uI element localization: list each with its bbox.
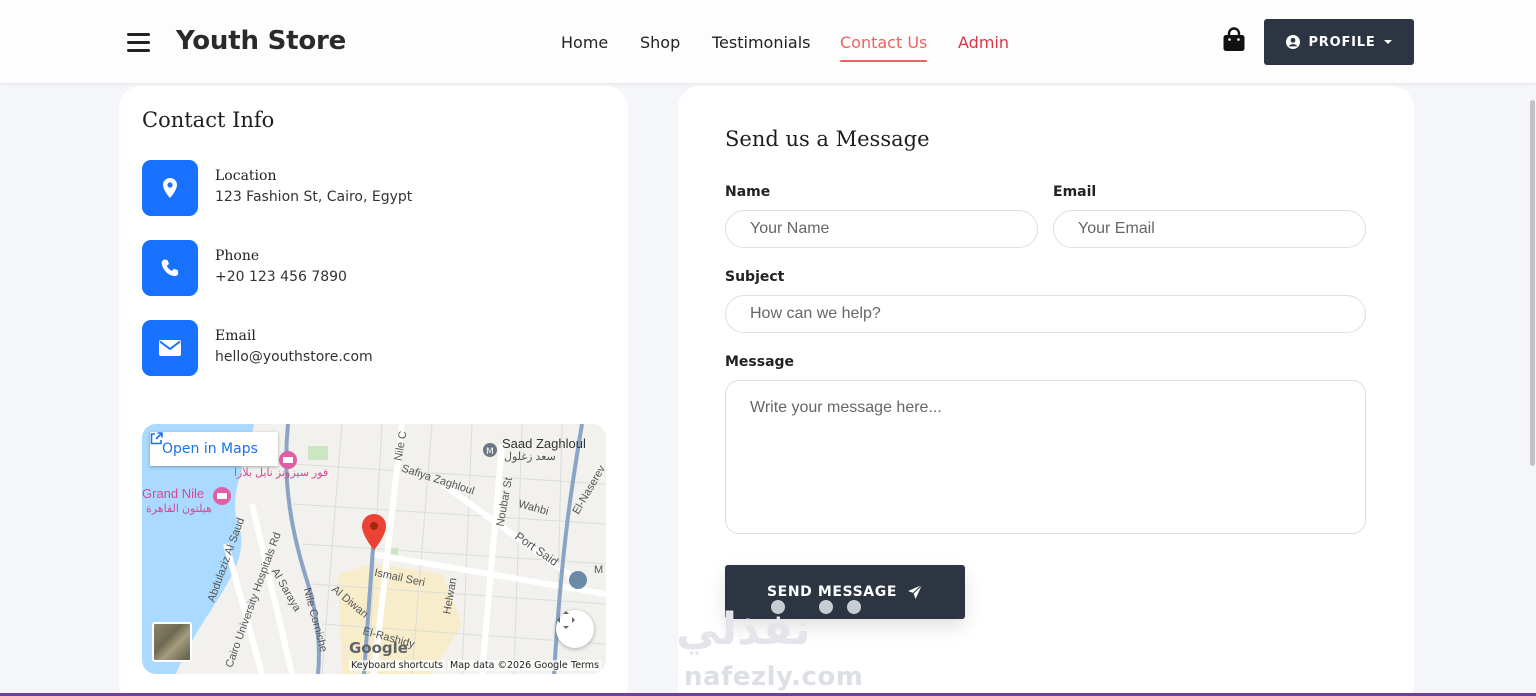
map-label-grand-nile: Grand Nile <box>142 486 205 501</box>
user-circle-icon <box>1286 35 1301 49</box>
subject-input[interactable] <box>725 295 1366 333</box>
name-field-label: Name <box>725 184 771 200</box>
loading-dot <box>847 600 861 614</box>
nav-contact-us[interactable]: Contact Us <box>840 33 928 62</box>
open-in-maps-label: Open in Maps <box>162 441 258 457</box>
contact-info-title: Contact Info <box>142 108 275 132</box>
email-field-label: Email <box>1053 184 1097 200</box>
map-keyboard-shortcuts[interactable]: Keyboard shortcuts <box>349 660 446 671</box>
phone-label: Phone <box>215 248 260 264</box>
nav-testimonials[interactable]: Testimonials <box>712 33 811 52</box>
google-logo: Google <box>349 639 408 657</box>
map-label-grand-nile-ar: هيلتون القاهرة <box>146 503 212 515</box>
email-label: Email <box>215 328 256 344</box>
brand-logo[interactable]: Youth Store <box>176 26 346 56</box>
nav-home[interactable]: Home <box>561 33 608 52</box>
map-data-attribution[interactable]: Map data ©2026 Google <box>448 660 570 671</box>
subject-field-label: Subject <box>725 269 785 285</box>
top-navbar: Youth Store Home Shop Testimonials Conta… <box>0 0 1536 84</box>
send-message-label: SEND MESSAGE <box>767 584 897 600</box>
loading-dot <box>819 600 833 614</box>
map-camera-controls-icon[interactable] <box>556 610 594 648</box>
email-value[interactable]: hello@youthstore.com <box>215 349 373 365</box>
profile-label: PROFILE <box>1308 34 1376 50</box>
phone-value: +20 123 456 7890 <box>215 269 347 285</box>
page-scrollbar[interactable] <box>1530 100 1535 466</box>
message-field-label: Message <box>725 354 795 370</box>
map-label-saad-zaghloul: Saad Zaghloul <box>502 436 586 451</box>
google-map[interactable]: M Saad Zaghloul سعد زغلول فور سيزونز ناي… <box>142 424 606 674</box>
nav-admin[interactable]: Admin <box>958 33 1009 52</box>
map-label-hotel-ar: فور سيزونز نايل بلازا <box>234 467 329 479</box>
map-terms-link[interactable]: Terms <box>569 660 601 671</box>
shopping-bag-icon[interactable] <box>1222 27 1246 53</box>
envelope-icon <box>142 320 198 376</box>
watermark-latin: nafezly.com <box>684 662 864 692</box>
location-label: Location <box>215 168 277 184</box>
map-label-saad-zaghloul-ar: سعد زغلول <box>504 451 556 463</box>
paper-plane-icon <box>907 584 923 599</box>
external-link-icon <box>150 432 163 445</box>
map-pin-icon <box>142 160 198 216</box>
open-in-maps-button[interactable]: Open in Maps <box>150 432 278 466</box>
satellite-view-toggle[interactable] <box>152 622 192 662</box>
location-value: 123 Fashion St, Cairo, Egypt <box>215 189 413 205</box>
name-input[interactable] <box>725 210 1038 248</box>
map-label-m: M <box>594 564 604 576</box>
hamburger-menu-icon[interactable] <box>127 33 150 52</box>
caret-down-icon <box>1383 40 1392 44</box>
svg-text:M: M <box>486 447 494 457</box>
send-message-title: Send us a Message <box>725 127 930 151</box>
profile-dropdown-button[interactable]: PROFILE <box>1264 19 1414 65</box>
email-input[interactable] <box>1053 210 1366 248</box>
nav-shop[interactable]: Shop <box>640 33 680 52</box>
phone-icon <box>142 240 198 296</box>
message-textarea[interactable] <box>725 380 1366 534</box>
watermark-arabic: نفذلي <box>676 604 811 655</box>
